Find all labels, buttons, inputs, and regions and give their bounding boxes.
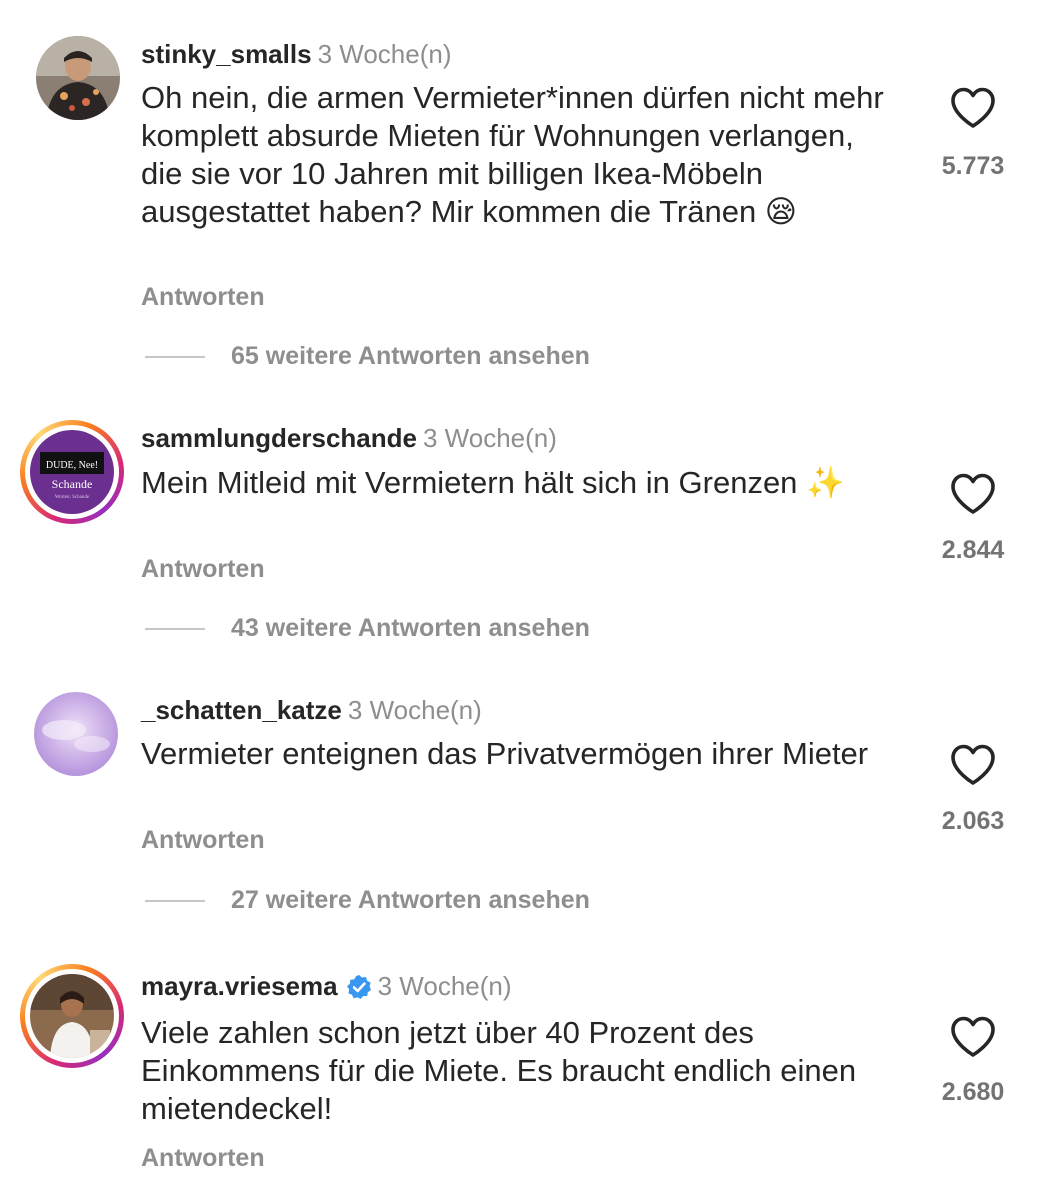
username-link[interactable]: sammlungderschande [141, 423, 417, 453]
verified-badge-icon [346, 975, 371, 999]
comment-time: 3 Woche(n) [377, 971, 512, 1001]
avatar-logo-text: Schande [52, 477, 93, 491]
story-ring[interactable]: DUDE, Nee! Schande Worten: Schande [20, 420, 124, 524]
comment-text: Vermieter enteignen das Privatvermögen i… [141, 736, 869, 771]
heart-outline-icon[interactable] [949, 1015, 997, 1059]
comment-time: 3 Woche(n) [422, 423, 557, 453]
avatar-logo-text: DUDE, Nee! [46, 460, 98, 471]
avatar: DUDE, Nee! Schande Worten: Schande [30, 430, 114, 514]
like-count: 2.844 [941, 536, 1005, 564]
view-more-replies-button[interactable]: 27 weitere Antworten ansehen [145, 885, 590, 915]
more-replies-label: 65 weitere Antworten ansehen [231, 342, 590, 370]
reply-button[interactable]: Antworten [141, 825, 265, 855]
comment-header: stinky_smalls 3 Woche(n) [141, 38, 451, 70]
username-link[interactable]: mayra.vriesema [141, 971, 338, 1001]
reply-button[interactable]: Antworten [141, 282, 265, 312]
heart-outline-icon[interactable] [949, 86, 997, 130]
divider-line [145, 356, 205, 359]
avatar-logo-text: Worten: Schande [55, 495, 90, 500]
reply-button[interactable]: Antworten [141, 1143, 265, 1173]
like-count: 2.680 [941, 1078, 1005, 1106]
like-count: 2.063 [941, 807, 1005, 835]
username-link[interactable]: stinky_smalls [141, 39, 312, 69]
divider-line [145, 900, 205, 903]
view-more-replies-button[interactable]: 65 weitere Antworten ansehen [145, 341, 590, 371]
more-replies-label: 43 weitere Antworten ansehen [231, 614, 590, 642]
comment-text: Viele zahlen schon jetzt über 40 Prozent… [141, 1015, 857, 1126]
like-count: 5.773 [941, 152, 1005, 180]
heart-outline-icon[interactable] [949, 743, 997, 787]
story-ring[interactable] [20, 964, 124, 1068]
comment-time: 3 Woche(n) [347, 695, 482, 725]
avatar[interactable] [34, 692, 118, 776]
view-more-replies-button[interactable]: 43 weitere Antworten ansehen [145, 613, 590, 643]
avatar[interactable] [36, 36, 120, 120]
username-link[interactable]: _schatten_katze [141, 695, 342, 725]
comment-text: Oh nein, die armen Vermieter*innen dürfe… [141, 80, 884, 229]
comment-header: mayra.vriesema 3 Woche(n) [141, 970, 512, 1002]
comment-header: sammlungderschande 3 Woche(n) [141, 422, 557, 454]
reply-button[interactable]: Antworten [141, 554, 265, 584]
more-replies-label: 27 weitere Antworten ansehen [231, 886, 590, 914]
divider-line [145, 628, 205, 631]
comment-header: _schatten_katze 3 Woche(n) [141, 694, 482, 726]
avatar [30, 974, 114, 1058]
comment-time: 3 Woche(n) [317, 39, 452, 69]
comment-text: Mein Mitleid mit Vermietern hält sich in… [141, 465, 845, 500]
heart-outline-icon[interactable] [949, 472, 997, 516]
